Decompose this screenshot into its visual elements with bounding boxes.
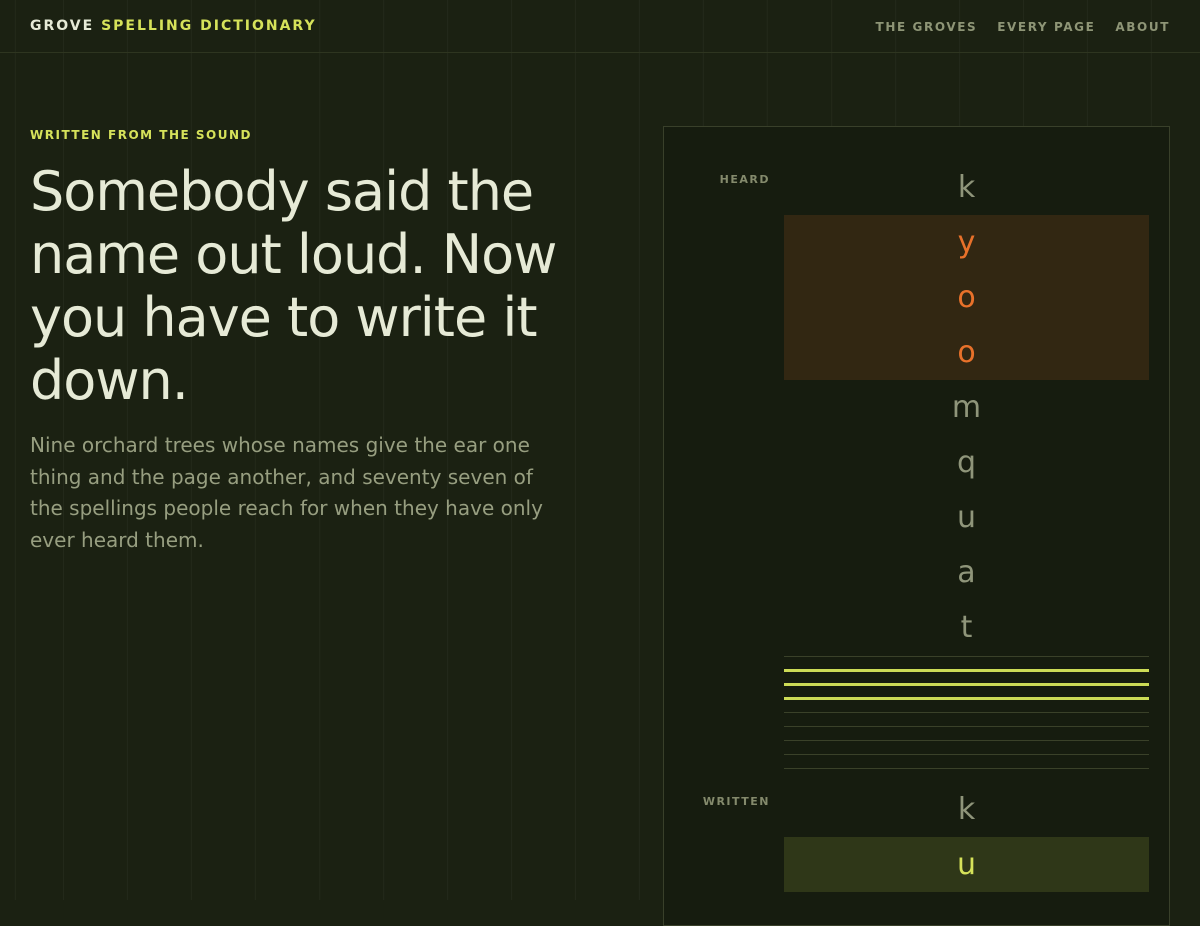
brand-rest: SPELLING DICTIONARY (101, 18, 317, 34)
site-logo[interactable]: GROVE SPELLING DICTIONARY (30, 18, 317, 34)
written-letters: ku (784, 782, 1149, 892)
heard-letter: m (951, 390, 982, 425)
hero-title: Somebody said the name out loud. Now you… (30, 160, 557, 412)
rule-line (784, 754, 1149, 755)
nav-link-about[interactable]: ABOUT (1115, 20, 1170, 34)
rule-line (784, 740, 1149, 741)
rule-line (784, 656, 1149, 657)
written-label: WRITTEN (702, 795, 770, 808)
main-nav: THE GROVES EVERY PAGE ABOUT (876, 20, 1170, 34)
heard-letter: o (784, 325, 1149, 380)
nav-link-the-groves[interactable]: THE GROVES (876, 20, 978, 34)
heard-letter: q (956, 445, 977, 480)
rule-line (784, 726, 1149, 727)
nav-link-every-page[interactable]: EVERY PAGE (997, 20, 1095, 34)
rule-line-highlight (784, 669, 1149, 672)
heard-letter: k (957, 170, 976, 205)
rule-line-highlight (784, 683, 1149, 686)
hero-lede: Nine orchard trees whose names give the … (30, 433, 543, 552)
rule-line (784, 712, 1149, 713)
site-header: GROVE SPELLING DICTIONARY THE GROVES EVE… (0, 0, 1200, 53)
written-letter: u (784, 837, 1149, 892)
heard-letters: kyoomquat (784, 160, 1149, 655)
heard-letter: t (960, 610, 973, 645)
hero-eyebrow: WRITTEN FROM THE SOUND (30, 128, 252, 142)
heard-letter: u (956, 500, 976, 535)
heard-label: HEARD (719, 173, 770, 186)
written-letter: k (957, 792, 976, 827)
rule-line (784, 768, 1149, 769)
rule-line-highlight (784, 697, 1149, 700)
heard-letter: o (784, 270, 1149, 325)
heard-letter: a (957, 555, 976, 590)
heard-letter: y (784, 215, 1149, 270)
brand-first-word: GROVE (30, 18, 95, 34)
spelling-panel: HEARD kyoomquat WRITTEN ku (663, 126, 1170, 926)
